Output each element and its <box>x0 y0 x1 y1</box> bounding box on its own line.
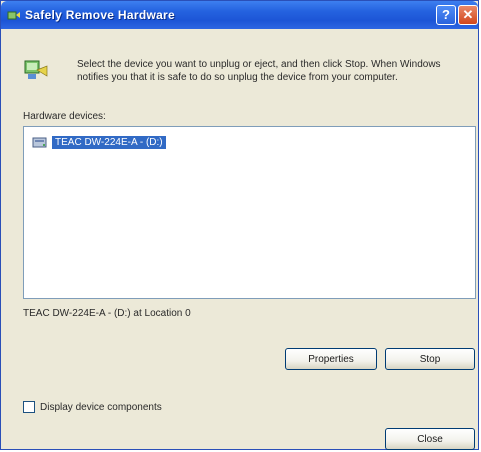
device-item-label: TEAC DW-224E-A - (D:) <box>51 134 167 150</box>
hardware-icon <box>7 11 20 20</box>
hardware-devices-label: Hardware devices: <box>23 111 106 122</box>
instructions-text: Select the device you want to unplug or … <box>77 59 441 83</box>
close-window-button[interactable]: ✕ <box>458 5 478 25</box>
display-components-checkbox[interactable] <box>23 401 35 413</box>
hardware-devices-list[interactable]: TEAC DW-224E-A - (D:) <box>23 126 476 299</box>
stop-button[interactable]: Stop <box>385 348 475 370</box>
close-button[interactable]: Close <box>385 428 475 450</box>
properties-button[interactable]: Properties <box>285 348 377 370</box>
title-bar[interactable]: Safely Remove Hardware ? ✕ <box>1 1 478 29</box>
list-item[interactable]: TEAC DW-224E-A - (D:) <box>32 134 167 150</box>
device-location-text: TEAC DW-224E-A - (D:) at Location 0 <box>23 308 191 319</box>
help-button[interactable]: ? <box>436 5 456 25</box>
display-components-option[interactable]: Display device components <box>23 401 162 413</box>
display-components-label: Display device components <box>40 401 162 413</box>
safely-remove-hardware-icon <box>24 60 48 79</box>
safely-remove-hardware-dialog: Safely Remove Hardware ? ✕ Select the de… <box>0 0 479 450</box>
window-title: Safely Remove Hardware <box>25 8 176 22</box>
drive-icon <box>32 137 47 148</box>
